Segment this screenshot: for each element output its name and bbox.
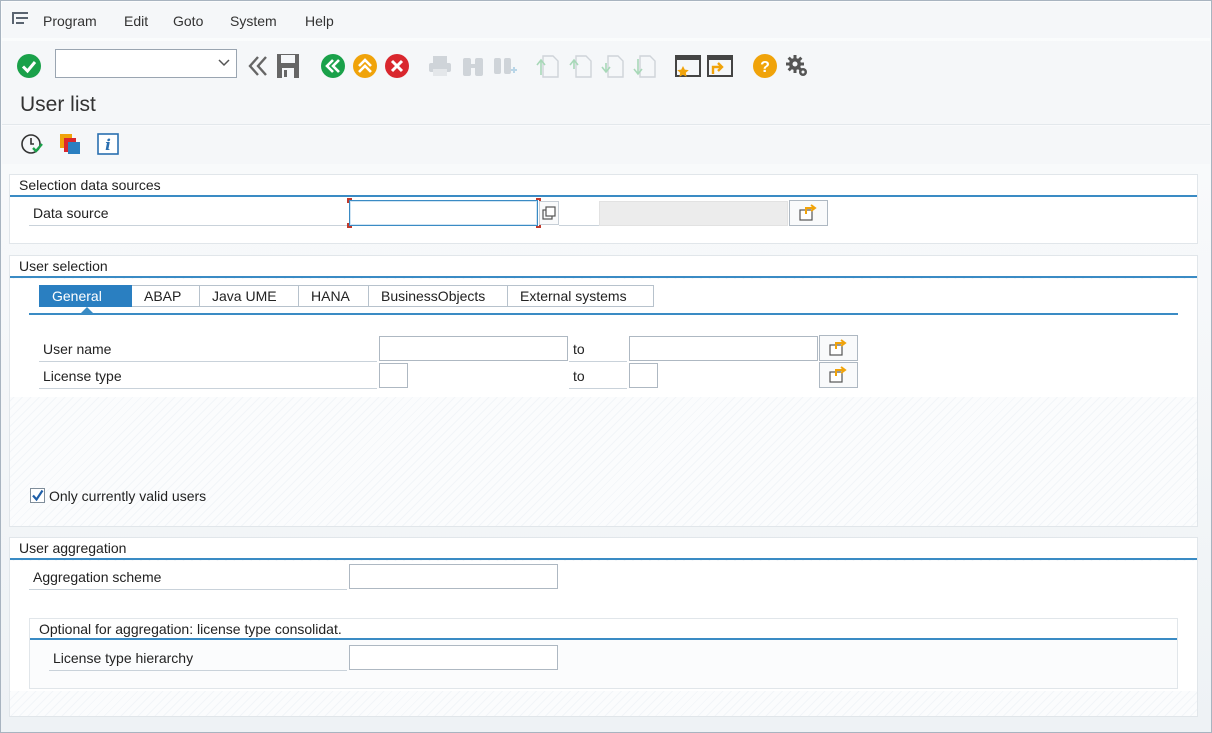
cancel-icon[interactable] [384, 53, 410, 79]
shortcut-icon[interactable] [707, 53, 733, 79]
multiple-selection-icon [828, 339, 847, 356]
data-source-description [599, 201, 788, 226]
user-selection-title: User selection [10, 256, 1197, 278]
user-aggregation-title: User aggregation [10, 538, 1197, 560]
data-source-input[interactable] [349, 200, 538, 226]
user-selection-tabs: General ABAP Java UME HANA BusinessObjec… [39, 285, 654, 307]
exit-icon[interactable] [352, 53, 378, 79]
svg-text:?: ? [760, 59, 770, 76]
user-name-from-input[interactable] [379, 336, 568, 361]
tab-java-ume[interactable]: Java UME [200, 285, 299, 307]
command-field[interactable] [55, 49, 237, 78]
license-type-to-input[interactable] [629, 363, 658, 388]
tab-external-systems[interactable]: External systems [508, 285, 654, 307]
menu-program[interactable]: Program [43, 13, 97, 29]
help-icon[interactable]: ? [752, 53, 778, 79]
user-name-to-label: to [569, 336, 627, 362]
tab-businessobjects[interactable]: BusinessObjects [369, 285, 508, 307]
print-icon[interactable] [427, 53, 453, 79]
title-bar: User list [2, 89, 1210, 125]
only-valid-users-checkbox[interactable] [30, 488, 45, 503]
menu-system[interactable]: System [230, 13, 277, 29]
menu-edit[interactable]: Edit [124, 13, 148, 29]
multiple-selection-icon [798, 204, 817, 221]
svg-text:i: i [105, 136, 111, 154]
system-toolbar: ? [2, 41, 1210, 91]
license-type-multiselect-button[interactable] [819, 362, 858, 388]
enter-icon[interactable] [16, 53, 42, 79]
chevron-down-icon[interactable] [218, 59, 230, 67]
user-name-label: User name [39, 336, 377, 362]
tab-general[interactable]: General [39, 285, 132, 307]
new-session-icon[interactable] [675, 53, 701, 79]
license-hierarchy-input[interactable] [349, 645, 558, 670]
focus-corner [347, 223, 352, 228]
window-frame: Program Edit Goto System Help ? User lis… [0, 0, 1212, 733]
page-title: User list [20, 93, 96, 116]
get-variant-icon[interactable] [58, 132, 82, 156]
aggregation-scheme-label: Aggregation scheme [29, 564, 347, 590]
spacer-underline [559, 200, 599, 226]
license-type-to-label: to [569, 363, 627, 389]
multiple-selection-icon [828, 366, 847, 383]
user-name-multiselect-button[interactable] [819, 335, 858, 361]
focus-corner [347, 198, 352, 203]
menu-bar: Program Edit Goto System Help [2, 2, 1210, 38]
optional-aggregation-title: Optional for aggregation: license type c… [30, 619, 1177, 640]
find-icon[interactable] [460, 53, 486, 79]
only-valid-users-label: Only currently valid users [49, 488, 207, 504]
user-name-to-input[interactable] [629, 336, 818, 361]
execute-icon[interactable] [20, 132, 44, 156]
license-type-from-input[interactable] [379, 363, 408, 388]
tab-abap[interactable]: ABAP [132, 285, 200, 307]
save-icon[interactable] [275, 53, 301, 79]
tab-hana[interactable]: HANA [299, 285, 369, 307]
aggregation-scheme-input[interactable] [349, 564, 558, 589]
find-next-icon[interactable] [492, 53, 518, 79]
first-page-icon[interactable] [535, 53, 561, 79]
menu-icon[interactable] [11, 11, 29, 25]
data-source-multiselect-button[interactable] [789, 200, 828, 226]
value-help-button[interactable] [539, 201, 559, 225]
tab-underline [29, 313, 1178, 315]
info-icon[interactable]: i [96, 132, 120, 156]
data-source-label: Data source [29, 200, 347, 226]
settings-icon[interactable] [784, 53, 810, 79]
next-page-icon[interactable] [600, 53, 626, 79]
license-hierarchy-label: License type hierarchy [49, 645, 347, 671]
last-page-icon[interactable] [632, 53, 658, 79]
collapse-icon[interactable] [245, 53, 271, 79]
menu-help[interactable]: Help [305, 13, 334, 29]
application-toolbar: i [2, 126, 1210, 164]
menu-goto[interactable]: Goto [173, 13, 203, 29]
value-help-icon [542, 206, 556, 220]
license-type-label: License type [39, 363, 377, 389]
selection-data-sources-title: Selection data sources [10, 175, 1197, 197]
back-icon[interactable] [320, 53, 346, 79]
checkmark-icon [32, 489, 44, 502]
previous-page-icon[interactable] [568, 53, 594, 79]
